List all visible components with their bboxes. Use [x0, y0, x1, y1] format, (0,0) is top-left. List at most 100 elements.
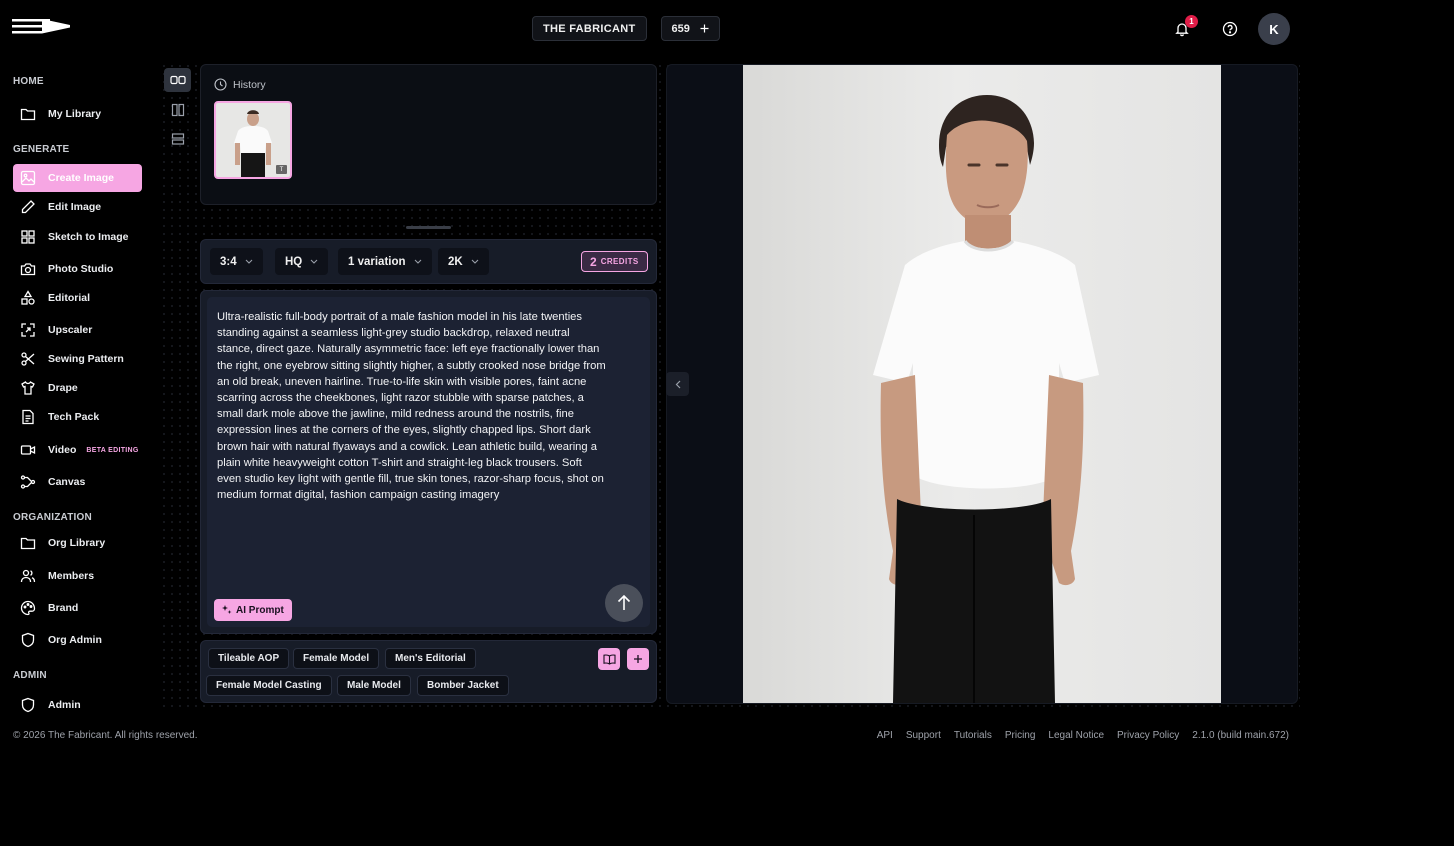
camera-icon: [20, 261, 36, 277]
preset-chip[interactable]: Female Model Casting: [206, 675, 332, 696]
view-toggle-rows[interactable]: [164, 127, 191, 151]
section-admin: ADMIN: [13, 670, 47, 681]
footer-link-pricing[interactable]: Pricing: [1005, 730, 1036, 741]
sidebar-item-my-library[interactable]: My Library: [13, 100, 142, 128]
grid-icon: [20, 229, 36, 245]
image-icon: [20, 170, 36, 186]
footer-link-api[interactable]: API: [877, 730, 893, 741]
palette-icon: [20, 600, 36, 616]
thumbnail-badge: T: [276, 165, 287, 174]
workflow-icon: [20, 474, 36, 490]
columns-icon: [171, 103, 185, 117]
sidebar-item-edit-image[interactable]: Edit Image: [13, 193, 142, 221]
rows-icon: [171, 132, 185, 146]
section-organization: ORGANIZATION: [13, 512, 92, 523]
pencil-icon: [20, 199, 36, 215]
brand-logo[interactable]: [12, 19, 72, 37]
sidebar-item-photo-studio[interactable]: Photo Studio: [13, 255, 142, 283]
collapse-panel-button[interactable]: [666, 372, 689, 396]
sidebar-item-canvas[interactable]: Canvas: [13, 468, 142, 496]
shield-icon: [20, 697, 36, 713]
chevron-down-icon: [414, 259, 422, 264]
sidebar-item-org-admin[interactable]: Org Admin: [13, 626, 142, 654]
preset-chips: Tileable AOP Female Model Men's Editoria…: [200, 640, 657, 703]
video-icon: [20, 442, 36, 458]
variations-select[interactable]: 1 variation: [338, 248, 432, 275]
prompt-textarea[interactable]: Ultra-realistic full-body portrait of a …: [207, 297, 650, 627]
sidebar-item-admin[interactable]: Admin: [13, 691, 142, 714]
add-preset-button[interactable]: [627, 648, 649, 670]
generated-image[interactable]: [743, 65, 1221, 703]
history-panel: History T: [200, 64, 657, 205]
generation-options: 3:4 HQ 1 variation 2K 2 CREDITS: [200, 239, 657, 284]
split-view-icon: [169, 75, 186, 85]
credits-badge[interactable]: 659: [660, 16, 720, 41]
chevron-left-icon: [675, 380, 681, 389]
sidebar-item-video[interactable]: Video BETA EDITING: [13, 436, 142, 464]
resize-handle[interactable]: [406, 226, 451, 229]
history-thumbnail[interactable]: T: [214, 101, 292, 179]
notifications-button[interactable]: 1: [1170, 13, 1198, 45]
view-toggle-columns[interactable]: [164, 98, 191, 122]
sidebar-item-org-library[interactable]: Org Library: [13, 529, 142, 557]
sidebar-item-drape[interactable]: Drape: [13, 374, 142, 402]
chevron-down-icon: [245, 259, 253, 264]
clock-icon: [214, 78, 227, 91]
beta-badge: BETA EDITING: [86, 446, 139, 454]
arrow-up-icon: [617, 595, 631, 611]
history-title: History: [233, 78, 266, 91]
preset-chip[interactable]: Male Model: [337, 675, 411, 696]
org-switcher[interactable]: THE FABRICANT: [532, 16, 647, 41]
plus-icon: [700, 24, 709, 33]
credit-cost-badge: 2 CREDITS: [581, 251, 648, 272]
sidebar: HOME My Library GENERATE Create Image Ed…: [0, 64, 150, 714]
sidebar-item-upscaler[interactable]: Upscaler: [13, 316, 142, 344]
aspect-ratio-select[interactable]: 3:4: [210, 248, 263, 275]
document-icon: [20, 409, 36, 425]
book-icon: [602, 653, 616, 665]
shield-icon: [20, 632, 36, 648]
credits-count: 659: [671, 22, 690, 35]
sidebar-item-brand[interactable]: Brand: [13, 594, 142, 622]
preset-chip[interactable]: Tileable AOP: [208, 648, 290, 669]
sidebar-item-sewing-pattern[interactable]: Sewing Pattern: [13, 345, 142, 373]
ai-prompt-button[interactable]: AI Prompt: [214, 599, 292, 621]
footer-link-legal-notice[interactable]: Legal Notice: [1048, 730, 1104, 741]
notification-count: 1: [1185, 15, 1198, 28]
preset-chip[interactable]: Female Model: [293, 648, 380, 669]
help-icon: [1222, 21, 1238, 37]
help-button[interactable]: [1218, 13, 1242, 45]
folder-icon: [20, 106, 36, 122]
user-avatar[interactable]: K: [1258, 13, 1290, 45]
footer-link-privacy-policy[interactable]: Privacy Policy: [1117, 730, 1179, 741]
view-toggle-split[interactable]: [164, 68, 191, 92]
shirt-icon: [20, 380, 36, 396]
chevron-down-icon: [471, 259, 479, 264]
folder-icon: [20, 535, 36, 551]
sidebar-item-editorial[interactable]: Editorial: [13, 284, 142, 312]
footer-link-tutorials[interactable]: Tutorials: [954, 730, 992, 741]
sparkle-icon: [222, 605, 232, 615]
generate-button[interactable]: [605, 584, 643, 622]
resolution-select[interactable]: 2K: [438, 248, 489, 275]
users-icon: [20, 568, 36, 584]
copyright-text: © 2026 The Fabricant. All rights reserve…: [13, 730, 198, 741]
chevron-down-icon: [310, 259, 318, 264]
shapes-icon: [20, 290, 36, 306]
section-home: HOME: [13, 76, 44, 87]
footer-links: API Support Tutorials Pricing Legal Noti…: [877, 730, 1289, 741]
preset-chip[interactable]: Men's Editorial: [385, 648, 476, 669]
sidebar-item-sketch-to-image[interactable]: Sketch to Image: [13, 223, 142, 251]
plus-icon: [633, 654, 643, 664]
prompt-text[interactable]: Ultra-realistic full-body portrait of a …: [217, 309, 607, 503]
section-generate: GENERATE: [13, 144, 70, 155]
scissors-icon: [20, 351, 36, 367]
preset-library-button[interactable]: [598, 648, 620, 670]
sidebar-item-tech-pack[interactable]: Tech Pack: [13, 403, 142, 431]
quality-select[interactable]: HQ: [275, 248, 329, 275]
footer-link-support[interactable]: Support: [906, 730, 941, 741]
sidebar-item-members[interactable]: Members: [13, 562, 142, 590]
preset-chip[interactable]: Bomber Jacket: [417, 675, 509, 696]
sidebar-item-create-image[interactable]: Create Image: [13, 164, 142, 192]
version-label: 2.1.0 (build main.672): [1192, 730, 1289, 741]
